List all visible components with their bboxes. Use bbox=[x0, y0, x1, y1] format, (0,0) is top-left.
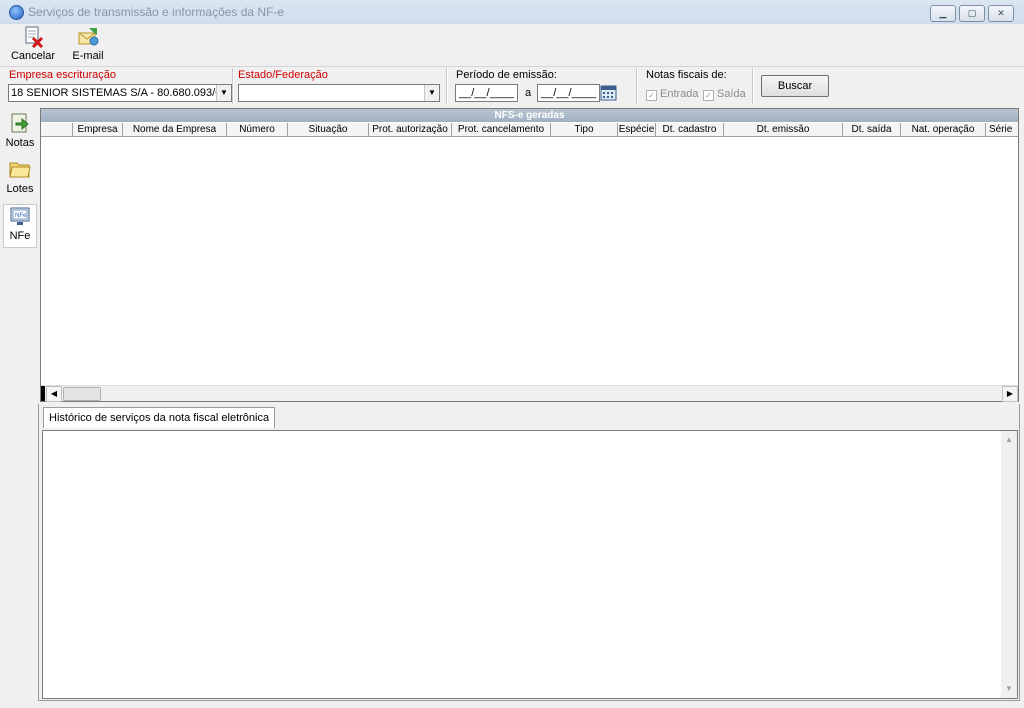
cancel-document-icon bbox=[22, 26, 44, 49]
date-separator: a bbox=[525, 87, 532, 99]
saida-checkbox[interactable]: ✓ Saída bbox=[703, 88, 746, 101]
separator bbox=[636, 68, 638, 104]
sidebar-item-label: Notas bbox=[5, 137, 35, 149]
buscar-button[interactable]: Buscar bbox=[761, 75, 829, 97]
cancel-label: Cancelar bbox=[10, 50, 56, 62]
nfe-icon: NFe bbox=[9, 205, 31, 227]
column-header[interactable]: Dt. emissão bbox=[724, 123, 843, 136]
email-label: E-mail bbox=[72, 50, 104, 62]
periodo-label: Período de emissão: bbox=[456, 69, 557, 81]
column-header[interactable]: Tipo bbox=[551, 123, 618, 136]
grid-title: NFS-e geradas bbox=[41, 109, 1018, 122]
column-header[interactable]: Empresa bbox=[73, 123, 123, 136]
svg-text:NFe: NFe bbox=[15, 213, 27, 219]
check-icon: ✓ bbox=[703, 90, 714, 101]
app-globe-icon bbox=[9, 5, 24, 20]
date-from-input[interactable]: __/__/____ bbox=[455, 84, 518, 102]
cancel-button[interactable]: Cancelar bbox=[10, 26, 56, 62]
minimize-button[interactable]: ▁ bbox=[930, 5, 956, 22]
notes-icon bbox=[9, 112, 31, 134]
sidebar-item-label: NFe bbox=[9, 230, 31, 242]
column-header[interactable]: Espécie bbox=[618, 123, 656, 136]
entrada-label: Entrada bbox=[660, 88, 699, 100]
estado-label: Estado/Federação bbox=[238, 69, 328, 81]
window-title: Serviços de transmissão e informações da… bbox=[28, 5, 285, 19]
entrada-checkbox[interactable]: ✓ Entrada bbox=[646, 88, 699, 101]
separator bbox=[752, 68, 754, 104]
empresa-value: 18 SENIOR SISTEMAS S/A - 80.680.093/0001… bbox=[11, 87, 232, 99]
horizontal-scrollbar[interactable]: ◀ ▶ bbox=[41, 385, 1018, 402]
column-header[interactable]: Dt. cadastro bbox=[656, 123, 724, 136]
date-to-input[interactable]: __/__/____ bbox=[537, 84, 600, 102]
maximize-button[interactable]: ▢ bbox=[959, 5, 985, 22]
history-panel[interactable]: ▲ ▼ bbox=[42, 430, 1018, 699]
title-bar: Serviços de transmissão e informações da… bbox=[0, 0, 1024, 25]
grid-header: Empresa Nome da Empresa Número Situação … bbox=[41, 123, 1018, 137]
column-header[interactable]: Dt. saída bbox=[843, 123, 901, 136]
nfse-grid[interactable]: NFS-e geradas Empresa Nome da Empresa Nú… bbox=[40, 108, 1019, 402]
sidebar-item-notas[interactable]: Notas bbox=[3, 112, 37, 149]
separator bbox=[446, 68, 448, 104]
chevron-left-icon[interactable]: ◀ bbox=[46, 386, 62, 402]
calendar-icon[interactable] bbox=[600, 84, 617, 101]
estado-select[interactable]: ▼ bbox=[238, 84, 440, 102]
column-header[interactable]: Nome da Empresa bbox=[123, 123, 227, 136]
column-header[interactable]: Prot. cancelamento bbox=[452, 123, 551, 136]
column-header[interactable]: Série bbox=[986, 123, 1021, 136]
folder-icon bbox=[9, 158, 31, 180]
column-header[interactable]: Número bbox=[227, 123, 288, 136]
column-header[interactable]: Situação bbox=[288, 123, 369, 136]
empresa-select[interactable]: 18 SENIOR SISTEMAS S/A - 80.680.093/0001… bbox=[8, 84, 232, 102]
email-button[interactable]: E-mail bbox=[66, 26, 110, 62]
column-header[interactable]: Nat. operação bbox=[901, 123, 986, 136]
chevron-right-icon[interactable]: ▶ bbox=[1002, 386, 1018, 402]
saida-label: Saída bbox=[717, 88, 746, 100]
check-icon: ✓ bbox=[646, 90, 657, 101]
column-header[interactable] bbox=[41, 123, 73, 136]
chevron-down-icon[interactable]: ▼ bbox=[424, 85, 439, 101]
chevron-down-icon[interactable]: ▼ bbox=[216, 85, 231, 101]
chevron-down-icon[interactable]: ▼ bbox=[1001, 682, 1017, 696]
tab-historico[interactable]: Histórico de serviços da nota fiscal ele… bbox=[43, 407, 276, 428]
scroll-edge bbox=[41, 386, 45, 401]
toolbar: Cancelar E-mail bbox=[0, 24, 1024, 67]
chevron-up-icon[interactable]: ▲ bbox=[1001, 433, 1017, 447]
empresa-label: Empresa escrituração bbox=[9, 69, 116, 81]
column-header[interactable]: Prot. autorização bbox=[369, 123, 452, 136]
separator bbox=[232, 68, 234, 104]
close-button[interactable]: ✕ bbox=[988, 5, 1014, 22]
scroll-thumb[interactable] bbox=[63, 387, 101, 401]
sidebar-item-nfe[interactable]: NFe NFe bbox=[3, 204, 37, 248]
email-icon bbox=[77, 26, 99, 48]
sidebar-item-label: Lotes bbox=[6, 183, 34, 195]
notas-label: Notas fiscais de: bbox=[646, 69, 727, 81]
vertical-scrollbar[interactable]: ▲ ▼ bbox=[1001, 431, 1017, 698]
sidebar-item-lotes[interactable]: Lotes bbox=[3, 158, 37, 195]
